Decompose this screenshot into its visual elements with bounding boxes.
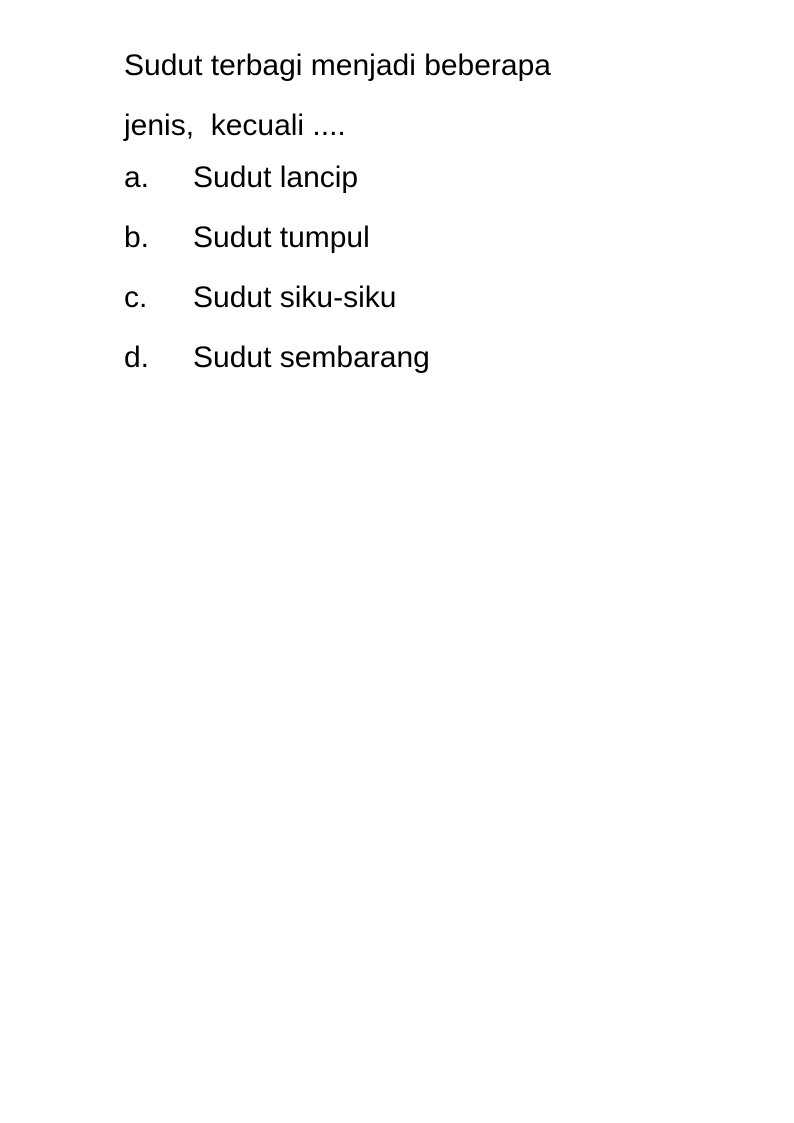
- option-text: Sudut tumpul: [193, 221, 370, 254]
- option-text: Sudut sembarang: [193, 341, 430, 374]
- question-line-1: Sudut terbagi menjadi beberapa: [124, 49, 551, 82]
- option-letter: c.: [124, 281, 148, 314]
- question-text: Sudut terbagi menjadi beberapa jenis, ke…: [124, 36, 684, 156]
- option-letter: a.: [124, 161, 150, 194]
- option-c: c. Sudut siku-siku: [124, 276, 430, 336]
- question-line-2: jenis, kecuali ....: [124, 109, 346, 142]
- answer-options-list: a. Sudut lancip b. Sudut tumpul c. Sudut…: [124, 156, 430, 396]
- option-b: b. Sudut tumpul: [124, 216, 430, 276]
- document-page: Sudut terbagi menjadi beberapa jenis, ke…: [0, 0, 794, 1123]
- option-text: Sudut lancip: [193, 161, 359, 194]
- option-a: a. Sudut lancip: [124, 156, 430, 216]
- option-letter: b.: [124, 221, 150, 254]
- option-text: Sudut siku-siku: [193, 281, 397, 314]
- option-letter: d.: [124, 341, 150, 374]
- option-d: d. Sudut sembarang: [124, 336, 430, 396]
